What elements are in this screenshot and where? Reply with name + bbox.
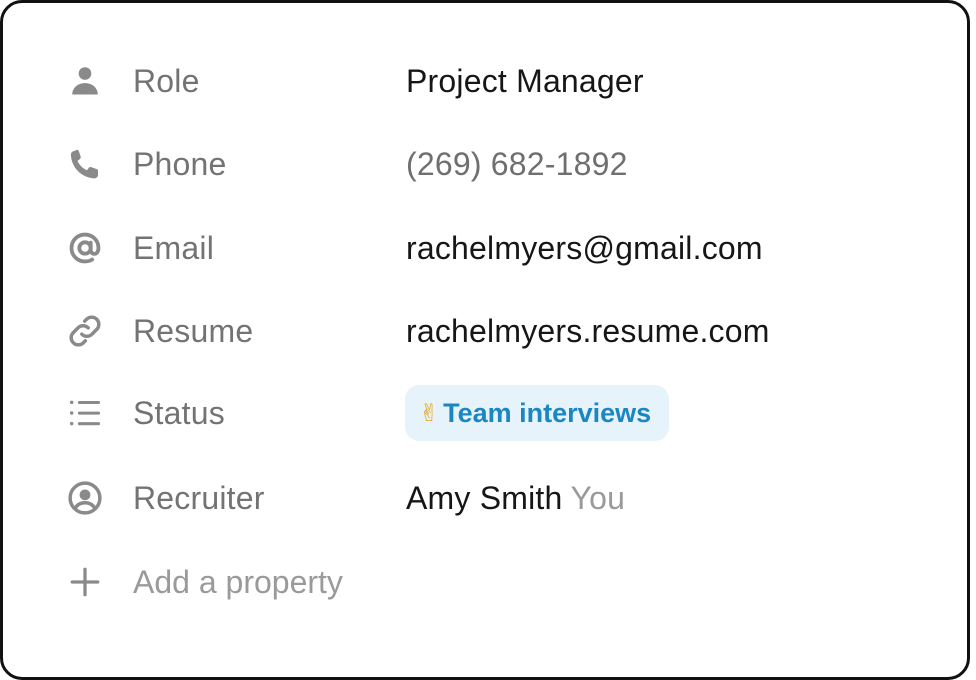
property-row-resume[interactable]: Resume rachelmyers.resume.com: [65, 303, 925, 359]
at-icon: [65, 228, 105, 268]
link-icon: [65, 311, 105, 351]
person-icon: [65, 61, 105, 101]
add-property-label: Add a property: [133, 563, 343, 600]
property-label-phone: Phone: [133, 145, 227, 182]
property-value-email[interactable]: rachelmyers@gmail.com: [406, 230, 763, 267]
recruiter-you-tag: You: [570, 479, 626, 516]
plus-icon: [65, 562, 105, 602]
user-circle-icon: [65, 478, 105, 518]
property-value-recruiter[interactable]: Amy Smith You: [406, 480, 625, 517]
phone-icon: [65, 144, 105, 184]
property-label-email: Email: [133, 229, 215, 266]
property-row-email[interactable]: Email rachelmyers@gmail.com: [65, 220, 925, 276]
property-value-resume[interactable]: rachelmyers.resume.com: [406, 313, 770, 350]
property-row-role[interactable]: Role Project Manager: [65, 53, 925, 109]
recruiter-name: Amy Smith: [406, 479, 563, 516]
property-label-resume: Resume: [133, 312, 254, 349]
list-icon: [65, 393, 105, 433]
add-property-button[interactable]: Add a property: [65, 554, 925, 610]
properties-card: Role Project Manager Phone (269) 682-189…: [0, 0, 970, 680]
property-value-phone[interactable]: (269) 682-1892: [406, 146, 628, 183]
status-badge[interactable]: ✌ Team interviews: [405, 385, 670, 441]
victory-hand-icon: ✌: [419, 399, 440, 427]
property-value-role[interactable]: Project Manager: [406, 63, 644, 100]
property-row-status[interactable]: Status ✌ Team interviews: [65, 385, 925, 441]
status-badge-text: Team interviews: [443, 397, 652, 428]
property-label-role: Role: [133, 62, 200, 99]
property-row-phone[interactable]: Phone (269) 682-1892: [65, 136, 925, 192]
property-label-status: Status: [133, 394, 225, 431]
property-label-recruiter: Recruiter: [133, 479, 265, 516]
property-row-recruiter[interactable]: Recruiter Amy Smith You: [65, 470, 925, 526]
